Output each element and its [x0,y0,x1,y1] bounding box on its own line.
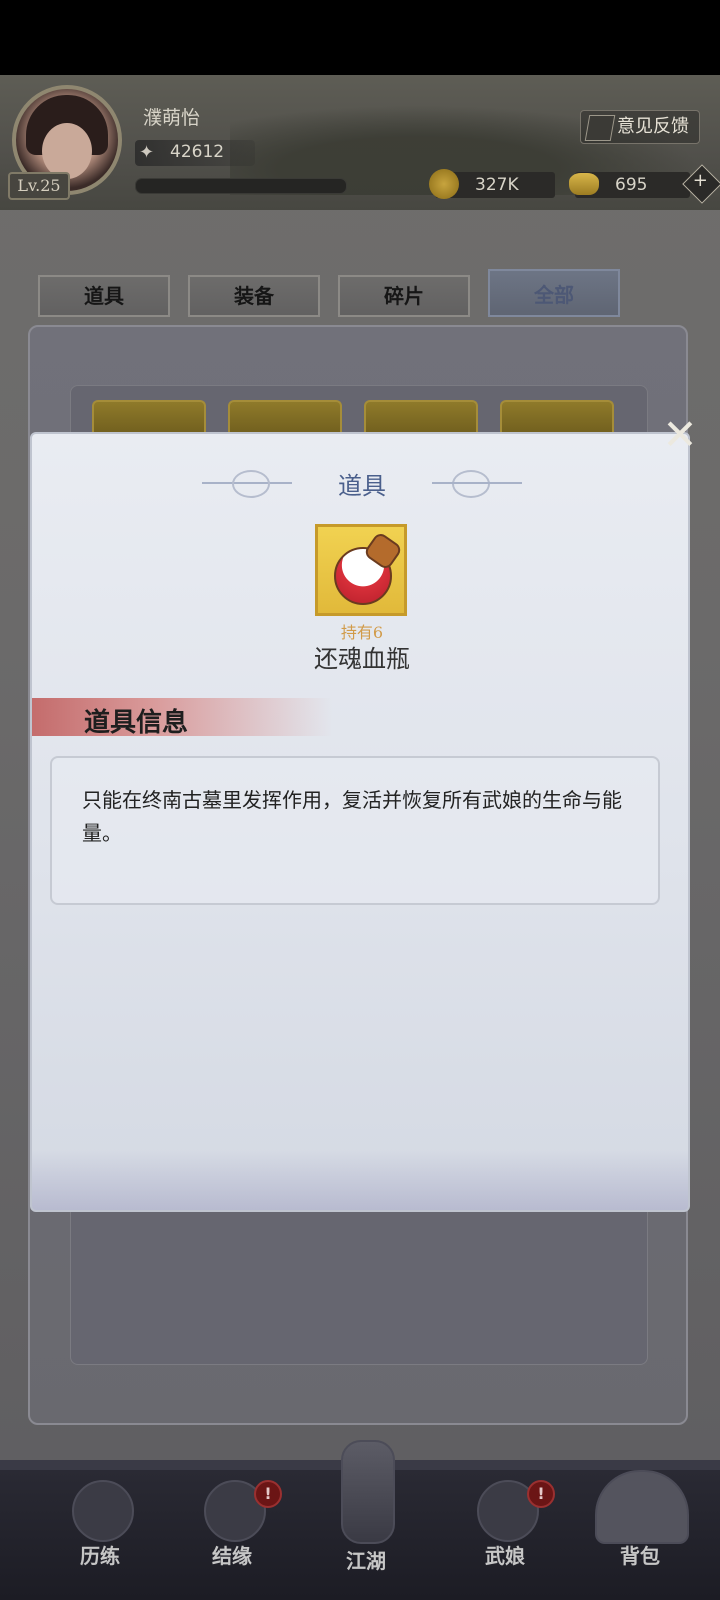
player-name: 濮萌怡 [143,107,201,129]
nav-bond[interactable]: ! 结缘 [172,1460,292,1600]
inventory-tabs: 道具 装备 碎片 全部 [38,269,638,320]
player-level: Lv.25 [8,172,70,200]
nav-heroines[interactable]: ! 武娘 [445,1460,565,1600]
description-box: 只能在终南古墓里发挥作用，复活并恢复所有武娘的生命与能量。 [50,756,660,905]
section-title: 道具信息 [84,708,189,738]
modal-title-row: 道具 [32,466,688,501]
nav-bag[interactable]: 背包 [580,1460,700,1600]
tab-all[interactable]: 全部 [488,269,620,317]
ingot-value: 695 [615,175,648,195]
nav-label: 历练 [80,1544,120,1568]
nav-label: 结缘 [212,1544,252,1568]
nav-training[interactable]: 历练 [40,1460,160,1600]
coin-value: 327K [475,175,519,195]
tab-fragments[interactable]: 碎片 [338,275,470,317]
avatar-face [42,123,92,179]
exp-bar [135,178,347,194]
status-bar [0,0,720,75]
feedback-label: 意见反馈 [617,116,689,137]
nav-label: 江湖 [346,1549,386,1573]
nav-label: 背包 [620,1544,660,1568]
cloud-icon [72,1480,134,1542]
app-screen: Lv.25 濮萌怡 ✦ 42612 意见反馈 327K 695 + 道具 装备 … [0,0,720,1600]
nav-label: 武娘 [485,1544,525,1568]
alert-badge: ! [254,1480,282,1508]
plus-icon: + [692,169,708,191]
item-icon-frame [315,524,407,616]
alert-badge: ! [527,1480,555,1508]
ingot-counter: 695 [569,172,690,198]
power-display: ✦ 42612 [135,140,255,166]
power-icon: ✦ [139,142,155,163]
feedback-button[interactable]: 意见反馈 [580,110,700,144]
feedback-icon [584,115,616,141]
item-detail-modal: 道具 持有6 还魂血瓶 道具信息 只能在终南古墓里发挥作用，复活并恢复所有武娘的… [30,432,690,1212]
swords-icon [341,1440,395,1544]
power-value: 42612 [170,142,225,162]
item-description: 只能在终南古墓里发挥作用，复活并恢复所有武娘的生命与能量。 [82,788,622,845]
bag-fan-icon [595,1470,689,1544]
coin-icon [429,169,459,199]
tab-items[interactable]: 道具 [38,275,170,317]
tab-equipment[interactable]: 装备 [188,275,320,317]
title-divider-right [432,482,522,484]
cloud-ornament-left-icon [232,470,270,498]
close-icon[interactable]: ✕ [660,414,700,456]
coin-counter: 327K [429,169,555,199]
modal-bottom-wave [32,1150,688,1210]
item-name: 还魂血瓶 [314,645,410,673]
cloud-ornament-right-icon [452,470,490,498]
ingot-icon [569,173,599,195]
modal-title: 道具 [338,472,386,500]
nav-jianghu[interactable]: 江湖 [306,1440,426,1600]
bottom-nav: 历练 ! 结缘 江湖 ! 武娘 背包 [0,1440,720,1600]
